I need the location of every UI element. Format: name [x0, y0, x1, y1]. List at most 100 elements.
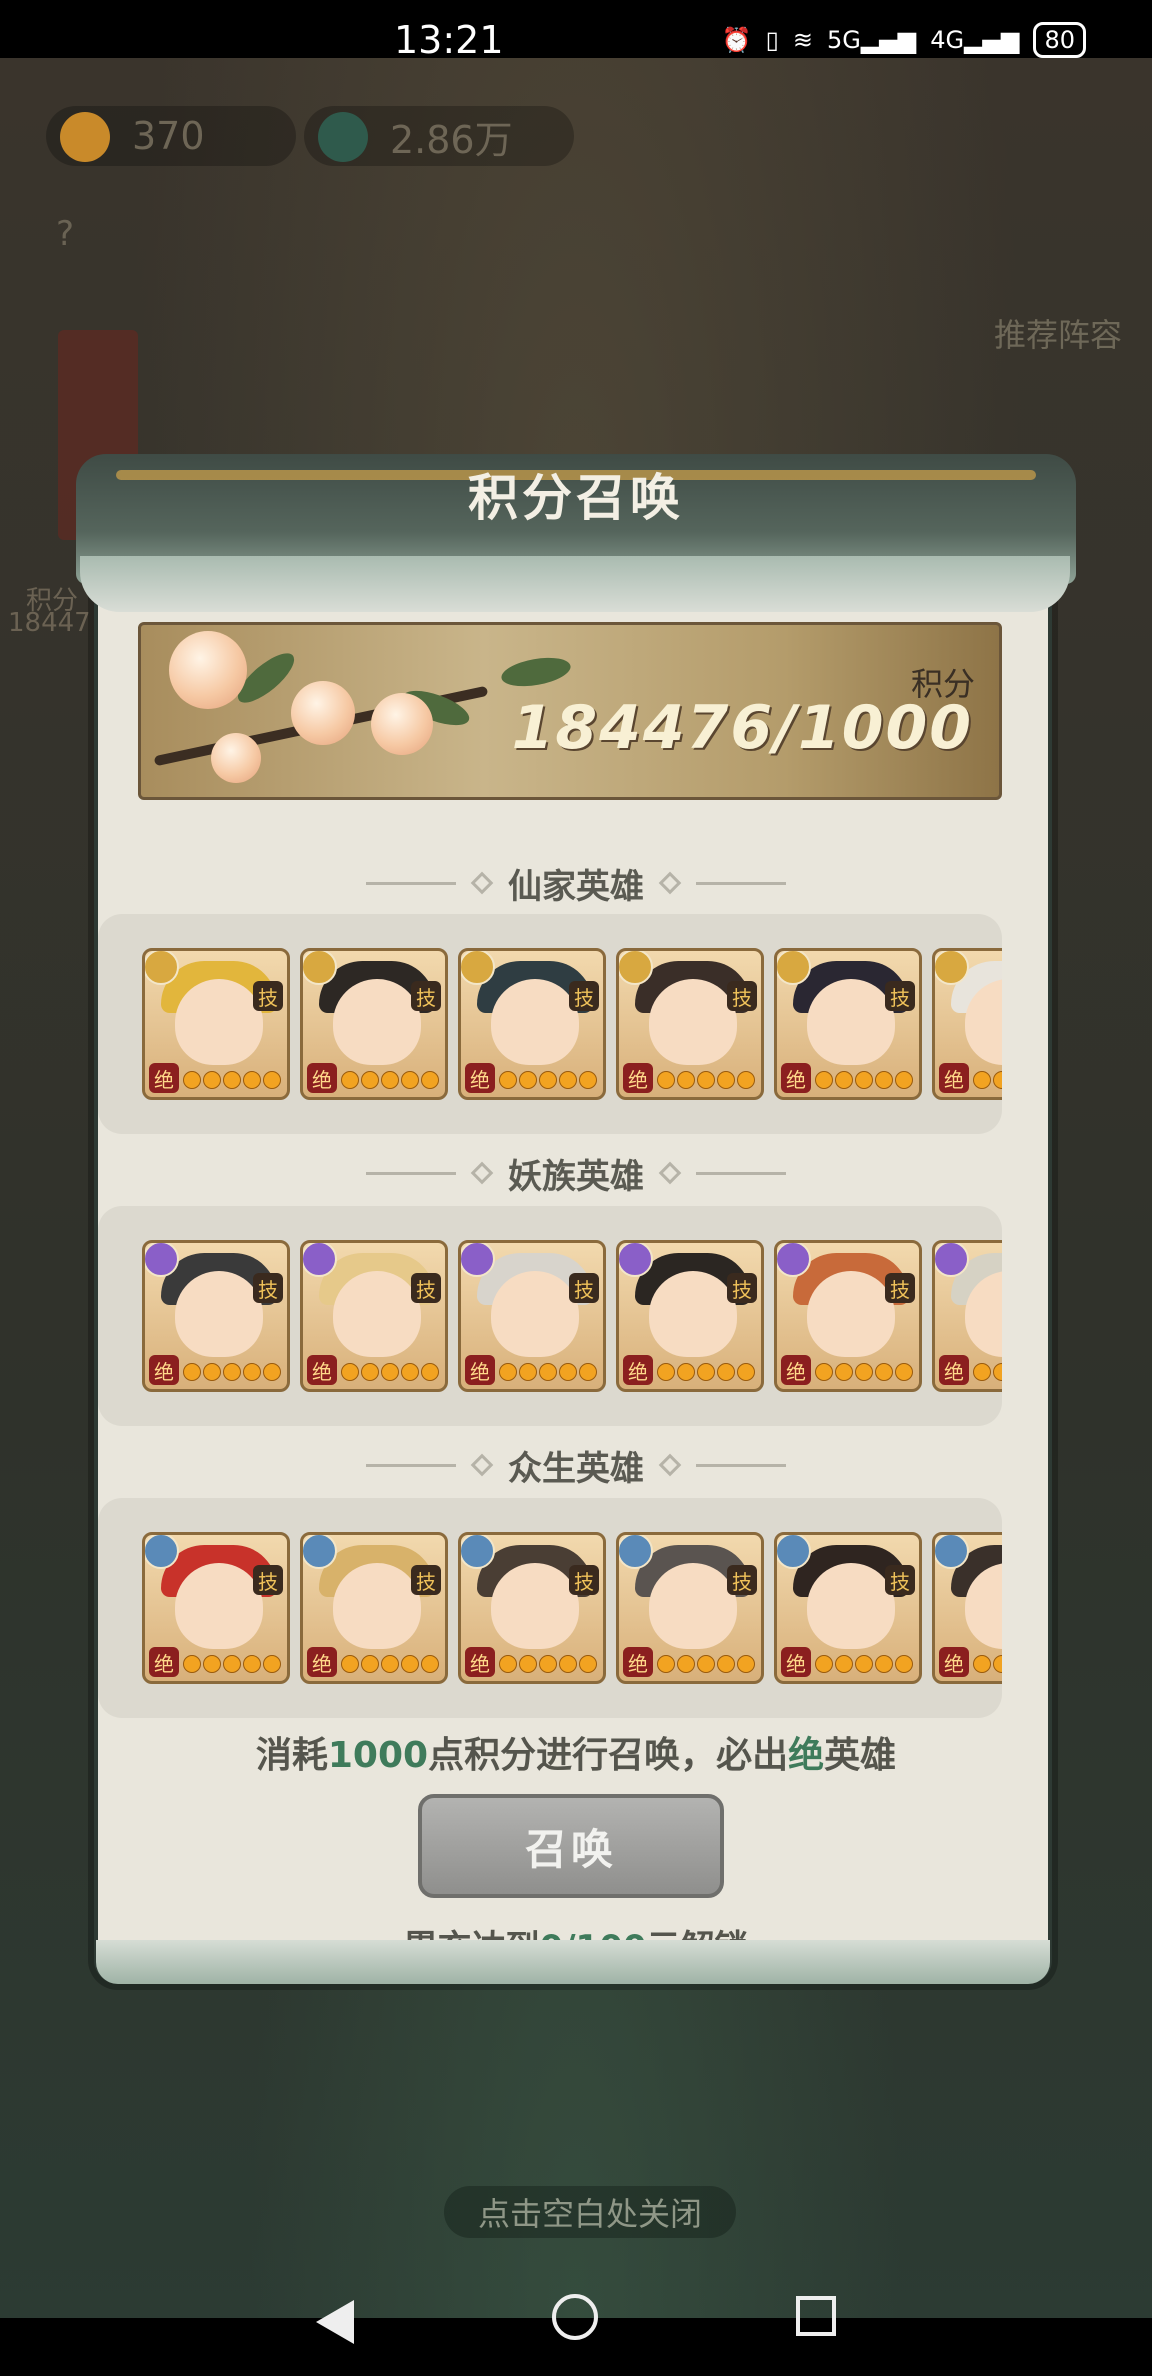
star-icon — [657, 1071, 675, 1089]
grade-badge: 绝 — [307, 1647, 337, 1677]
diamond-ornament-icon — [658, 1161, 682, 1185]
peach — [211, 733, 261, 783]
hero-card[interactable]: 技绝 — [142, 1240, 290, 1392]
hero-row-immortal: 技绝技绝技绝技绝技绝技绝 — [98, 914, 1002, 1134]
leaf — [499, 653, 573, 691]
home-icon[interactable] — [552, 2294, 598, 2340]
hero-card[interactable]: 技绝 — [300, 1532, 448, 1684]
skill-badge: 技 — [885, 981, 915, 1011]
hero-portrait — [807, 1271, 895, 1357]
grade-badge: 绝 — [781, 1063, 811, 1093]
star-rating — [183, 1071, 281, 1089]
grade-badge: 绝 — [623, 1355, 653, 1385]
desc-text: 消耗 — [255, 1735, 328, 1776]
peach-resource: 370 — [46, 106, 296, 166]
star-icon — [203, 1655, 221, 1673]
star-icon — [361, 1071, 379, 1089]
grade-badge: 绝 — [781, 1355, 811, 1385]
hero-portrait — [649, 1563, 737, 1649]
hero-card[interactable]: 技绝 — [932, 1532, 1002, 1684]
skill-badge: 技 — [885, 1273, 915, 1303]
desc-points: 1000 — [327, 1735, 429, 1776]
star-icon — [519, 1071, 537, 1089]
star-icon — [677, 1363, 695, 1381]
star-rating — [183, 1655, 281, 1673]
hero-card[interactable]: 技绝 — [458, 948, 606, 1100]
star-icon — [203, 1071, 221, 1089]
star-icon — [341, 1363, 359, 1381]
hero-card[interactable]: 技绝 — [142, 948, 290, 1100]
hero-card[interactable]: 技绝 — [142, 1532, 290, 1684]
hero-row-mortal: 技绝技绝技绝技绝技绝技绝 — [98, 1498, 1002, 1718]
hero-card[interactable]: 技绝 — [616, 948, 764, 1100]
star-icon — [539, 1363, 557, 1381]
hero-card[interactable]: 技绝 — [774, 1532, 922, 1684]
star-icon — [223, 1363, 241, 1381]
skill-badge: 技 — [569, 1565, 599, 1595]
hero-portrait — [333, 1563, 421, 1649]
star-icon — [223, 1655, 241, 1673]
hero-portrait — [807, 1563, 895, 1649]
gourd-resource: 2.86万 — [304, 106, 574, 166]
hero-portrait — [807, 979, 895, 1065]
star-icon — [895, 1071, 913, 1089]
star-rating — [973, 1071, 1002, 1089]
divider — [696, 1171, 786, 1175]
divider — [696, 881, 786, 885]
faction-badge-icon — [461, 1243, 495, 1277]
star-icon — [243, 1655, 261, 1673]
hero-card[interactable]: 技绝 — [932, 1240, 1002, 1392]
help-icon[interactable]: ? — [56, 214, 74, 254]
hero-card[interactable]: 技绝 — [774, 1240, 922, 1392]
category-label: 妖族英雄 — [508, 1156, 644, 1197]
skill-badge: 技 — [727, 1565, 757, 1595]
hero-card[interactable]: 技绝 — [458, 1240, 606, 1392]
recent-apps-icon[interactable] — [796, 2296, 836, 2336]
grade-badge: 绝 — [623, 1647, 653, 1677]
category-title-mortal: 众生英雄 — [326, 1440, 826, 1490]
star-icon — [895, 1655, 913, 1673]
hero-card[interactable]: 技绝 — [458, 1532, 606, 1684]
grade-badge: 绝 — [939, 1355, 969, 1385]
hero-card[interactable]: 技绝 — [300, 1240, 448, 1392]
star-icon — [263, 1363, 281, 1381]
alarm-icon: ⏰ — [721, 26, 752, 54]
star-icon — [381, 1363, 399, 1381]
battery-level: 80 — [1044, 26, 1075, 54]
5g-signal-icon: 5G▂▄▆ — [826, 26, 917, 54]
star-rating — [973, 1363, 1002, 1381]
star-icon — [401, 1071, 419, 1089]
star-icon — [559, 1071, 577, 1089]
faction-badge-icon — [303, 1535, 337, 1569]
category-title-demon: 妖族英雄 — [326, 1148, 826, 1198]
star-icon — [361, 1363, 379, 1381]
grade-badge: 绝 — [307, 1063, 337, 1093]
hero-card[interactable]: 技绝 — [616, 1532, 764, 1684]
faction-badge-icon — [303, 951, 337, 985]
back-icon[interactable] — [316, 2300, 354, 2344]
star-icon — [499, 1363, 517, 1381]
star-icon — [657, 1363, 675, 1381]
star-icon — [381, 1655, 399, 1673]
hero-card[interactable]: 技绝 — [300, 948, 448, 1100]
star-icon — [677, 1071, 695, 1089]
desc-text: 英雄 — [824, 1735, 897, 1776]
recommend-lineup-button[interactable]: 推荐阵容 — [994, 310, 1122, 356]
skill-badge: 技 — [569, 1273, 599, 1303]
star-icon — [183, 1363, 201, 1381]
star-icon — [243, 1363, 261, 1381]
hero-card[interactable]: 技绝 — [932, 948, 1002, 1100]
peach — [169, 631, 247, 709]
diamond-ornament-icon — [470, 1453, 494, 1477]
summon-button[interactable]: 召唤 — [418, 1794, 724, 1898]
star-icon — [993, 1363, 1002, 1381]
grade-badge: 绝 — [939, 1647, 969, 1677]
close-hint[interactable]: 点击空白处关闭 — [444, 2186, 736, 2238]
hero-card[interactable]: 技绝 — [616, 1240, 764, 1392]
star-icon — [579, 1071, 597, 1089]
faction-badge-icon — [777, 1535, 811, 1569]
modal-title: 积分召唤 — [468, 469, 684, 527]
skill-badge: 技 — [569, 981, 599, 1011]
hero-portrait — [491, 1563, 579, 1649]
hero-card[interactable]: 技绝 — [774, 948, 922, 1100]
